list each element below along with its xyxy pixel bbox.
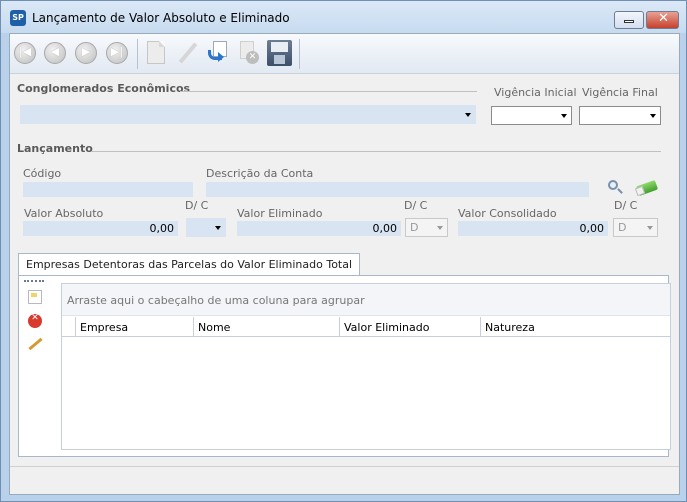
- column-header-nome[interactable]: Nome: [194, 317, 340, 337]
- valor-consolidado-label: Valor Consolidado: [458, 207, 557, 220]
- app-icon: SP: [10, 10, 26, 26]
- vigencia-final-label: Vigência Final: [582, 86, 658, 99]
- descricao-field[interactable]: [206, 182, 589, 197]
- tab-panel: Arraste aqui o cabeçalho de uma coluna p…: [18, 275, 671, 457]
- chevron-down-icon: [650, 114, 656, 118]
- pencil-icon: [177, 42, 197, 64]
- new-row-icon[interactable]: [28, 290, 42, 304]
- dc-value-consolidado: D: [618, 221, 627, 234]
- descricao-label: Descrição da Conta: [206, 167, 314, 180]
- dc-label: D/ C: [614, 199, 638, 212]
- toolbar: |◀ ◀ ▶ ▶| ✕: [10, 34, 679, 74]
- grid-side-toolbar: [19, 276, 53, 456]
- vigencia-final-select[interactable]: [579, 106, 661, 125]
- dc-label: D/ C: [404, 199, 428, 212]
- valor-eliminado-field[interactable]: 0,00: [237, 221, 401, 236]
- group-by-hint: Arraste aqui o cabeçalho de uma coluna p…: [67, 294, 365, 307]
- section-divider: [180, 91, 477, 92]
- chevron-down-icon: [215, 226, 221, 230]
- valor-absoluto-field[interactable]: 0,00: [23, 221, 178, 236]
- search-icon[interactable]: [607, 179, 625, 197]
- column-header-valor-eliminado[interactable]: Valor Eliminado: [340, 317, 481, 337]
- chevron-down-icon: [561, 114, 567, 118]
- codigo-field[interactable]: [23, 182, 193, 197]
- drag-handle-icon[interactable]: [24, 280, 44, 282]
- minimize-icon: [624, 20, 634, 23]
- window-title: Lançamento de Valor Absoluto e Eliminado: [32, 11, 290, 25]
- chevron-down-icon: [437, 226, 443, 230]
- row-indicator-header: [62, 317, 76, 337]
- new-button[interactable]: [143, 40, 169, 66]
- toolbar-separator: [137, 39, 138, 69]
- valor-consolidado-field[interactable]: 0,00: [458, 221, 608, 236]
- title-bar[interactable]: SP Lançamento de Valor Absoluto e Elimin…: [1, 1, 686, 33]
- valor-absoluto-label: Valor Absoluto: [24, 207, 104, 220]
- close-button[interactable]: ✕: [646, 11, 679, 29]
- data-grid: Arraste aqui o cabeçalho de uma coluna p…: [61, 283, 671, 450]
- previous-record-button[interactable]: ◀: [42, 40, 68, 66]
- tab-empresas-detentoras[interactable]: Empresas Detentoras das Parcelas do Valo…: [18, 253, 361, 276]
- last-icon: ▶|: [106, 42, 128, 64]
- minimize-button[interactable]: [614, 11, 644, 29]
- conglomerados-section-title: Conglomerados Econômicos: [17, 82, 191, 95]
- vigencia-inicial-select[interactable]: [491, 106, 572, 125]
- cancel-button[interactable]: ✕: [236, 40, 262, 66]
- save-icon: [267, 40, 292, 66]
- new-document-icon: [147, 41, 165, 64]
- edit-button[interactable]: [174, 40, 200, 66]
- undo-button[interactable]: [205, 40, 231, 66]
- eraser-icon[interactable]: [634, 179, 659, 197]
- client-area: |◀ ◀ ▶ ▶| ✕ Conglomerados Econômicos Vig…: [9, 33, 680, 495]
- close-icon: ✕: [658, 11, 669, 26]
- edit-row-icon[interactable]: [28, 337, 42, 351]
- first-icon: |◀: [14, 42, 36, 64]
- status-bar: [10, 466, 679, 494]
- first-record-button[interactable]: |◀: [12, 40, 38, 66]
- save-button[interactable]: [266, 40, 292, 66]
- chevron-down-icon: [647, 226, 653, 230]
- grid-header: Empresa Nome Valor Eliminado Natureza: [62, 317, 670, 337]
- conglomerados-select[interactable]: [20, 105, 476, 124]
- valor-eliminado-label: Valor Eliminado: [237, 207, 323, 220]
- lancamento-section-title: Lançamento: [17, 142, 93, 155]
- application-window: SP Lançamento de Valor Absoluto e Elimin…: [0, 0, 687, 502]
- vigencia-inicial-label: Vigência Inicial: [494, 86, 577, 99]
- group-by-panel[interactable]: Arraste aqui o cabeçalho de uma coluna p…: [62, 284, 670, 316]
- undo-icon: [207, 41, 229, 65]
- previous-icon: ◀: [44, 42, 66, 64]
- dc-value-eliminado: D: [410, 221, 419, 234]
- section-divider: [91, 151, 661, 152]
- column-header-natureza[interactable]: Natureza: [481, 317, 670, 337]
- dc-select-consolidado[interactable]: D: [613, 218, 658, 237]
- dc-select-eliminado[interactable]: D: [405, 218, 448, 237]
- dc-label: D/ C: [185, 199, 209, 212]
- toolbar-separator: [299, 39, 300, 69]
- delete-row-icon[interactable]: [28, 313, 42, 328]
- column-header-empresa[interactable]: Empresa: [76, 317, 194, 337]
- dc-select-absoluto[interactable]: [186, 218, 226, 237]
- codigo-label: Código: [23, 167, 62, 180]
- next-icon: ▶: [75, 42, 97, 64]
- cancel-icon: ✕: [239, 41, 259, 65]
- last-record-button[interactable]: ▶|: [104, 40, 130, 66]
- chevron-down-icon: [465, 113, 471, 117]
- next-record-button[interactable]: ▶: [73, 40, 99, 66]
